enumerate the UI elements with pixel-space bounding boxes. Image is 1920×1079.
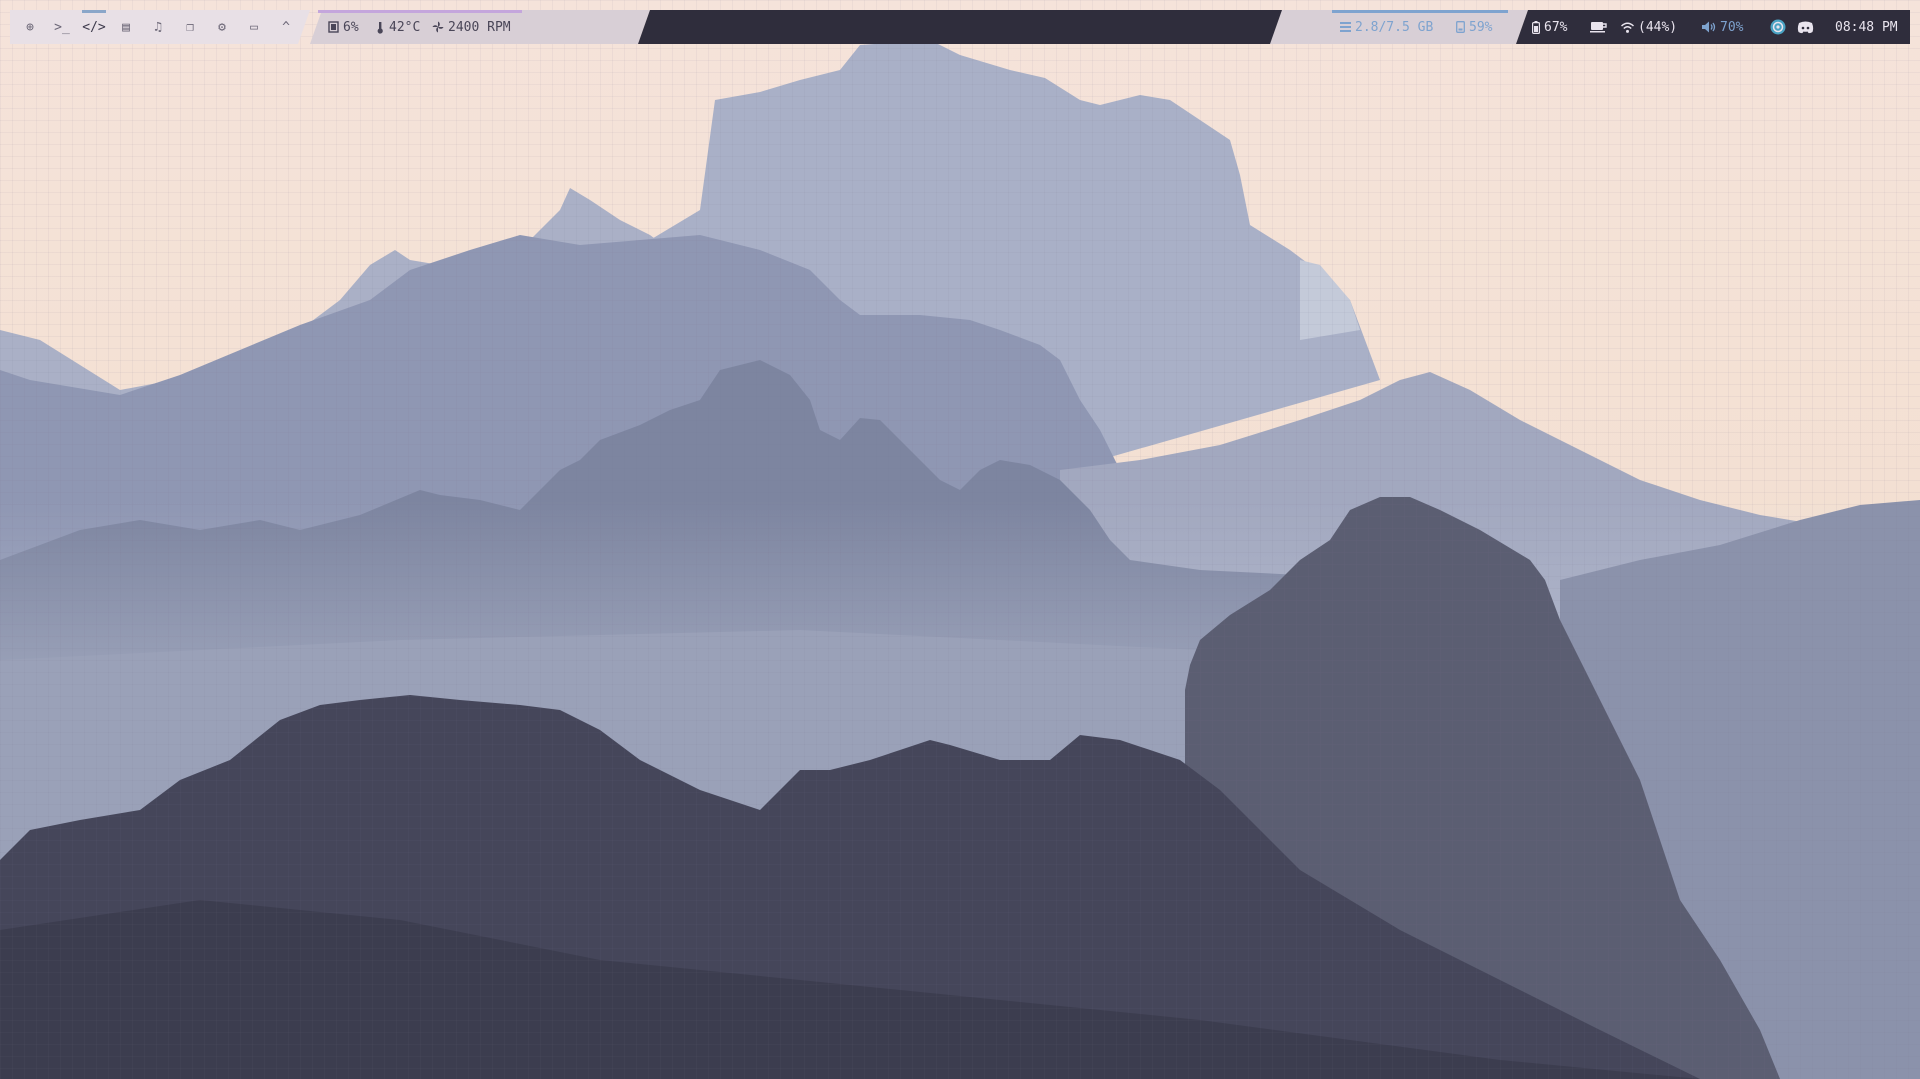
coffee-icon — [1590, 22, 1607, 33]
battery-icon — [1532, 20, 1540, 34]
cpu-usage: 6% — [343, 19, 359, 35]
workspace-music-icon[interactable]: ♫ — [142, 10, 174, 44]
cpu-icon — [328, 21, 339, 33]
wifi-icon — [1621, 22, 1634, 33]
volume-icon — [1702, 21, 1716, 33]
fan-module[interactable]: 2400 RPM — [432, 10, 511, 44]
ram-module[interactable]: 2.8/7.5 GB — [1340, 10, 1433, 44]
ram-usage: 2.8/7.5 GB — [1355, 19, 1434, 35]
volume-level: 70% — [1720, 19, 1744, 35]
temperature-module[interactable]: 42°C — [375, 10, 420, 44]
window-title-segment — [638, 10, 1288, 44]
disk-module[interactable]: 59% — [1456, 10, 1492, 44]
battery-module[interactable]: 67% — [1532, 10, 1567, 44]
workspace-notes-icon[interactable]: ▭ — [238, 10, 270, 44]
discord-icon — [1797, 21, 1814, 33]
workspace-settings-icon[interactable]: ⚙ — [206, 10, 238, 44]
coffee-module[interactable] — [1590, 10, 1612, 44]
fan-speed: 2400 RPM — [448, 19, 511, 35]
clock-module[interactable]: 08:48 PM — [1835, 10, 1898, 44]
clock-time: 08:48 PM — [1835, 19, 1898, 35]
tray-app-icon-1[interactable] — [1770, 10, 1790, 44]
wifi-module[interactable]: (44%) — [1621, 10, 1677, 44]
workspace-chat-icon[interactable]: ▤ — [110, 10, 142, 44]
desktop-wallpaper — [0, 0, 1920, 1079]
disk-icon — [1456, 21, 1465, 33]
battery-level: 67% — [1544, 19, 1568, 35]
workspace-copy-icon[interactable]: ❐ — [174, 10, 206, 44]
launcher-icon — [1770, 19, 1786, 35]
wifi-signal: (44%) — [1638, 19, 1678, 35]
cpu-module[interactable]: 6% — [328, 10, 359, 44]
workspace-globe-icon[interactable]: ⊕ — [14, 10, 46, 44]
workspace-list: ⊕ >_ </> ▤ ♫ ❐ ⚙ ▭ ^ — [14, 10, 302, 44]
memory-icon — [1340, 22, 1351, 32]
volume-module[interactable]: 70% — [1702, 10, 1743, 44]
fan-icon — [432, 21, 444, 33]
workspace-code-icon[interactable]: </> — [78, 10, 110, 44]
thermometer-icon — [377, 21, 383, 34]
workspace-terminal-icon[interactable]: >_ — [46, 10, 78, 44]
cpu-temperature: 42°C — [389, 19, 421, 35]
workspace-chevron-up-icon[interactable]: ^ — [270, 10, 302, 44]
disk-usage: 59% — [1469, 19, 1493, 35]
tray-app-icon-2[interactable] — [1797, 10, 1818, 44]
